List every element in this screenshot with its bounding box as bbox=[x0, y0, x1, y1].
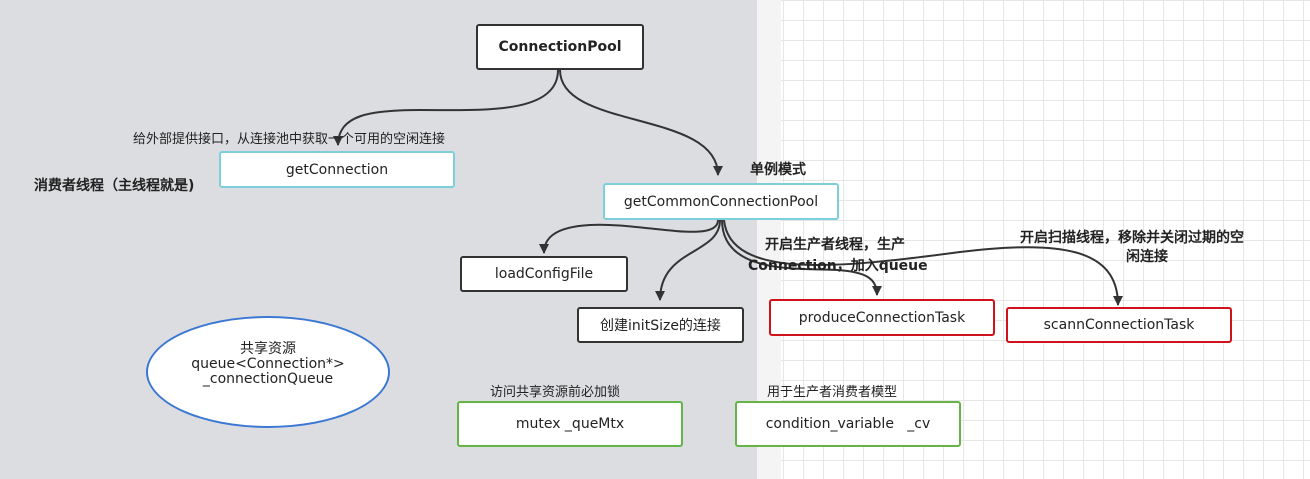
producer-thread-label-line2: Connection，加入queue bbox=[748, 258, 928, 274]
load-config-node[interactable]: loadConfigFile bbox=[460, 256, 628, 292]
get-connection-node-label: getConnection bbox=[285, 161, 389, 178]
connection-pool-node[interactable]: ConnectionPool bbox=[476, 24, 644, 70]
scann-task-node-label: scannConnectionTask bbox=[1043, 317, 1195, 333]
produce-task-node-label: produceConnectionTask bbox=[798, 309, 966, 326]
shared-resource-title: 共享资源 bbox=[240, 341, 296, 357]
create-init-node[interactable]: 创建initSize的连接 bbox=[577, 307, 744, 343]
get-common-pool-node[interactable]: getCommonConnectionPool bbox=[603, 183, 839, 220]
scanner-thread-label-line2: 闲连接 bbox=[1126, 249, 1168, 265]
connection-pool-node-label: ConnectionPool bbox=[498, 39, 622, 55]
mutex-node-label: mutex _queMtx bbox=[515, 416, 625, 432]
consumer-thread-label: 消费者线程（主线程就是) bbox=[34, 178, 195, 194]
create-init-node-label: 创建initSize的连接 bbox=[600, 318, 721, 334]
scanner-thread-label-line1: 开启扫描线程，移除并关闭过期的空 bbox=[1020, 230, 1244, 246]
edge-pool-to-getcommonpool bbox=[559, 69, 723, 176]
condvar-node-label: condition_variable _cv bbox=[765, 416, 931, 432]
shared-resource-name: _connectionQueue bbox=[202, 371, 334, 387]
shared-resource-text: 共享资源 queue<Connection*> _connectionQueue bbox=[146, 342, 390, 387]
producer-thread-label-line1: 开启生产者线程，生产 bbox=[765, 237, 905, 253]
condvar-node[interactable]: condition_variable _cv bbox=[735, 401, 961, 447]
prod-cons-model-description: 用于生产者消费者模型 bbox=[767, 385, 898, 400]
get-common-pool-node-label: getCommonConnectionPool bbox=[623, 193, 819, 210]
load-config-node-label: loadConfigFile bbox=[494, 266, 594, 282]
get-connection-node[interactable]: getConnection bbox=[219, 151, 455, 188]
produce-task-node[interactable]: produceConnectionTask bbox=[769, 299, 995, 336]
edge-getcommonpool-to-loadconfig bbox=[539, 219, 719, 254]
scann-task-node[interactable]: scannConnectionTask bbox=[1006, 307, 1232, 343]
singleton-label: 单例模式 bbox=[750, 162, 806, 178]
lock-description: 访问共享资源前必加锁 bbox=[490, 385, 621, 400]
shared-resource-type: queue<Connection*> bbox=[191, 356, 345, 372]
get-connection-description: 给外部提供接口，从连接池中获取一个可用的空闲连接 bbox=[133, 132, 446, 147]
mutex-node[interactable]: mutex _queMtx bbox=[457, 401, 683, 447]
